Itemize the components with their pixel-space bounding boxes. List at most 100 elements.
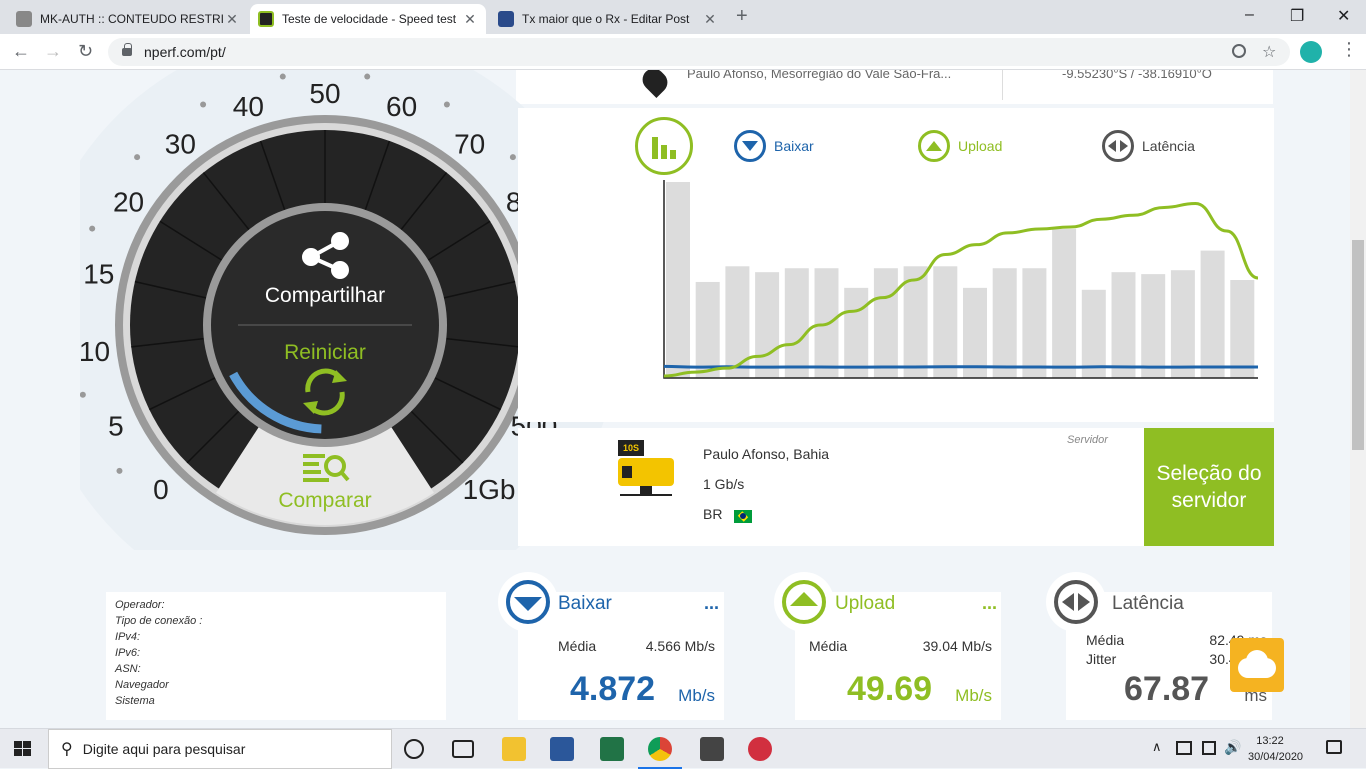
- file-explorer-icon[interactable]: [502, 737, 526, 761]
- tab-edit-post[interactable]: Tx maior que o Rx - Editar Post ✕: [490, 4, 726, 34]
- tab-speed-test[interactable]: Teste de velocidade - Speed test ✕: [250, 4, 486, 34]
- bookmark-star-icon[interactable]: ☆: [1262, 42, 1276, 62]
- download-unit: Mb/s: [678, 686, 715, 705]
- gauge-dot: [279, 73, 286, 80]
- url-field[interactable]: nperf.com/pt/ ☆: [108, 38, 1290, 66]
- avg-label: Média: [558, 638, 597, 654]
- close-tab-icon[interactable]: ✕: [224, 11, 240, 28]
- info-operator: Operador:: [115, 599, 165, 611]
- browser-tab-bar: MK-AUTH :: CONTEUDO RESTRITO ✕ Teste de …: [0, 0, 1366, 34]
- chrome-icon[interactable]: [648, 737, 672, 761]
- scrollbar-thumb[interactable]: [1352, 240, 1364, 450]
- latency-bar: [666, 182, 690, 378]
- close-tab-icon[interactable]: ✕: [462, 11, 478, 28]
- info-connection-type: Tipo de conexão :: [115, 615, 203, 627]
- download-badge: [498, 572, 558, 632]
- clock-time: 13:22: [1256, 735, 1284, 747]
- notifications-icon[interactable]: [1326, 740, 1342, 754]
- tray-chevron-icon[interactable]: ∧: [1152, 739, 1162, 755]
- restart-button[interactable]: Reiniciar: [284, 341, 366, 364]
- download-series-line: [663, 364, 1258, 369]
- tab-title: Teste de velocidade - Speed test: [282, 12, 457, 26]
- upload-value: 49.69: [847, 670, 933, 708]
- latency-bar: [1022, 268, 1047, 378]
- network-icon[interactable]: [1176, 741, 1192, 755]
- calculator-icon[interactable]: [700, 737, 724, 761]
- gauge-dot: [80, 391, 86, 398]
- gauge-label: 15: [83, 258, 114, 289]
- upload-icon: [918, 130, 950, 162]
- volume-icon[interactable]: 🔊: [1224, 739, 1241, 756]
- latency-bar: [933, 266, 958, 378]
- latency-label: Latência: [1112, 593, 1184, 614]
- clock[interactable]: 13:22 30/04/2020: [1248, 733, 1304, 765]
- brazil-flag-icon: [734, 510, 752, 523]
- upload-icon: [790, 592, 818, 606]
- upload-more-button[interactable]: ...: [982, 593, 997, 614]
- taskbar-search-input[interactable]: ⚲ Digite aqui para pesquisar: [48, 729, 392, 769]
- upload-unit: Mb/s: [955, 686, 992, 705]
- legend-latency[interactable]: Latência: [1102, 130, 1195, 162]
- download-value: 4.872: [570, 670, 656, 708]
- share-button[interactable]: Compartilhar: [265, 284, 385, 307]
- legend-label: Latência: [1142, 138, 1195, 154]
- gauge-label: 60: [386, 91, 417, 122]
- display-icon[interactable]: [1202, 741, 1216, 755]
- server-header: Servidor: [1067, 434, 1108, 446]
- latency-bar: [844, 287, 869, 378]
- latency-bar: [1200, 250, 1225, 378]
- gauge-label: 1Gb: [463, 474, 516, 505]
- legend-upload[interactable]: Upload: [918, 130, 1002, 162]
- upload-badge: [774, 572, 834, 632]
- page-scrollbar[interactable]: [1350, 70, 1366, 728]
- page-content: Paulo Afonso, Mesorregião do Vale São-Fr…: [0, 70, 1350, 728]
- back-to-top-button[interactable]: [1230, 638, 1284, 692]
- latency-bar: [1230, 280, 1255, 378]
- server-city: Paulo Afonso, Bahia: [703, 446, 830, 462]
- upload-series-line: [663, 202, 1259, 378]
- latency-bar: [1052, 229, 1077, 378]
- latency-icon: [1062, 593, 1074, 611]
- download-more-button[interactable]: ...: [704, 593, 719, 614]
- cortana-icon[interactable]: [404, 739, 424, 759]
- gauge-dot: [89, 225, 96, 232]
- blocked-popup-icon[interactable]: [1232, 44, 1246, 58]
- clock-date: 30/04/2020: [1248, 751, 1304, 763]
- close-tab-icon[interactable]: ✕: [702, 11, 718, 28]
- minimize-button[interactable]: –: [1245, 6, 1254, 24]
- back-icon[interactable]: ←: [12, 41, 30, 62]
- latency-bar: [1111, 272, 1136, 378]
- server-select-button[interactable]: Seleção do servidor: [1144, 428, 1274, 546]
- maximize-button[interactable]: ❐: [1290, 6, 1304, 26]
- app-icon[interactable]: [748, 737, 772, 761]
- extension-icon[interactable]: [1300, 41, 1322, 63]
- address-bar: ← → ↻ nperf.com/pt/ ☆ ⋮: [0, 34, 1366, 70]
- forward-icon[interactable]: →: [44, 41, 62, 62]
- gauge-label: 40: [233, 91, 264, 122]
- word-icon[interactable]: [550, 737, 574, 761]
- task-view-icon[interactable]: [452, 740, 474, 758]
- lock-icon: [122, 43, 132, 56]
- tab-title: Tx maior que o Rx - Editar Post: [522, 12, 690, 26]
- legend-label: Baixar: [774, 138, 814, 154]
- latency-bar: [695, 281, 720, 378]
- url-text: nperf.com/pt/: [144, 44, 226, 60]
- excel-icon[interactable]: [600, 737, 624, 761]
- location-name: Paulo Afonso, Mesorregião do Vale São-Fr…: [687, 70, 952, 81]
- gauge-label: 10: [80, 336, 110, 367]
- info-browser: Navegador: [115, 679, 169, 691]
- close-window-button[interactable]: ✕: [1337, 6, 1350, 26]
- new-tab-button[interactable]: +: [736, 5, 748, 28]
- menu-icon[interactable]: ⋮: [1340, 39, 1358, 60]
- connection-info-card: Operador: Tipo de conexão : IPv4: IPv6: …: [106, 592, 446, 720]
- legend-download[interactable]: Baixar: [734, 130, 814, 162]
- latency-bar: [1141, 274, 1166, 378]
- gauge-label: 70: [454, 129, 485, 160]
- windows-start-icon[interactable]: [14, 741, 32, 757]
- gauge-label: 30: [165, 129, 196, 160]
- reload-icon[interactable]: ↻: [78, 41, 93, 62]
- latency-bar: [1081, 289, 1106, 378]
- tab-mk-auth[interactable]: MK-AUTH :: CONTEUDO RESTRITO ✕: [8, 4, 248, 34]
- compare-button[interactable]: Comparar: [278, 489, 371, 512]
- chart-axis: [663, 180, 1258, 379]
